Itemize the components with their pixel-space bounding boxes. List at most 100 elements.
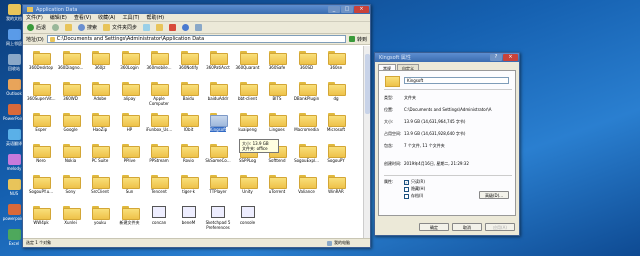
dialog-titlebar[interactable]: Kingsoft 属性 ? × bbox=[375, 53, 519, 62]
folder-item[interactable]: 360Login bbox=[116, 51, 144, 70]
folder-item[interactable]: SrcClient bbox=[86, 175, 114, 194]
attribute-checkbox[interactable]: ✓ 只读(R) bbox=[404, 179, 425, 185]
folder-item[interactable]: Valiance bbox=[293, 175, 321, 194]
folder-item[interactable]: SogouPY bbox=[322, 144, 350, 163]
folder-item[interactable]: kuaipeng bbox=[234, 113, 262, 132]
folder-item[interactable]: Apple Computer bbox=[145, 82, 173, 106]
folder-item[interactable]: SkSameCo... bbox=[204, 144, 232, 163]
folder-item[interactable]: Microsoft bbox=[322, 113, 350, 132]
folder-item[interactable]: WinRAR bbox=[322, 175, 350, 194]
folder-item[interactable]: 360Safe bbox=[263, 51, 291, 70]
folder-item[interactable]: 360jz bbox=[86, 51, 114, 70]
checkbox-box[interactable]: ✓ bbox=[404, 179, 409, 185]
folder-item[interactable]: HP bbox=[116, 113, 144, 132]
folder-item[interactable]: 360PatiAcct bbox=[204, 51, 232, 70]
folder-item[interactable]: beneM bbox=[175, 206, 203, 225]
folder-name-field[interactable]: Kingsoft bbox=[404, 77, 509, 84]
folder-item[interactable]: 360Notify bbox=[175, 51, 203, 70]
folder-item[interactable]: 360se bbox=[322, 51, 350, 70]
forward-button[interactable] bbox=[51, 23, 60, 33]
folder-item[interactable]: concan bbox=[145, 206, 173, 225]
folder-item[interactable]: PPStream bbox=[145, 144, 173, 163]
minimize-button[interactable]: _ bbox=[328, 6, 340, 13]
folder-item[interactable]: Adobe bbox=[86, 82, 114, 101]
back-button[interactable]: 后退 bbox=[26, 23, 47, 33]
folder-item[interactable]: Nokia bbox=[57, 144, 85, 163]
folder-item[interactable]: TTPlayer bbox=[204, 175, 232, 194]
help-button[interactable]: ? bbox=[490, 54, 502, 61]
scrollbar-thumb[interactable] bbox=[365, 54, 370, 114]
menu-item[interactable]: 编辑(E) bbox=[50, 14, 67, 21]
menu-item[interactable]: 文件(F) bbox=[26, 14, 43, 21]
menu-item[interactable]: 收藏(A) bbox=[98, 14, 115, 21]
address-input[interactable]: C:\Documents and Settings\Administrator\… bbox=[46, 35, 346, 43]
folder-item[interactable]: DBankPlugin bbox=[293, 82, 321, 101]
folder-item[interactable]: PPlive bbox=[116, 144, 144, 163]
folder-item[interactable]: Sun bbox=[116, 175, 144, 194]
menu-item[interactable]: 查看(V) bbox=[74, 14, 91, 21]
folder-item[interactable]: Google bbox=[57, 113, 85, 132]
folder-item[interactable]: uTorrent bbox=[263, 175, 291, 194]
folder-item[interactable]: iFunbox_Us... bbox=[145, 113, 173, 132]
folder-item[interactable]: Unity bbox=[234, 175, 262, 194]
go-button[interactable]: 转到 bbox=[348, 36, 367, 43]
folder-item[interactable]: 360Diagno... bbox=[57, 51, 85, 70]
search-button[interactable]: 搜索 bbox=[77, 23, 98, 33]
move-button[interactable] bbox=[142, 23, 151, 33]
folders-button[interactable]: 文件夹同步 bbox=[102, 23, 138, 33]
folder-item[interactable]: Tencent bbox=[145, 175, 173, 194]
folder-item[interactable]: bbt-client bbox=[234, 82, 262, 101]
folder-item[interactable]: Rovio bbox=[175, 144, 203, 163]
folder-item[interactable]: PC Suite bbox=[86, 144, 114, 163]
explorer-titlebar[interactable]: Application Data _ □ × bbox=[23, 5, 370, 14]
copy-button[interactable] bbox=[155, 23, 164, 33]
menu-item[interactable]: 帮助(H) bbox=[146, 14, 164, 21]
attribute-checkbox[interactable]: 存档(I) bbox=[404, 193, 423, 199]
dialog-close-button[interactable]: × bbox=[503, 54, 518, 61]
folder-item[interactable]: SogouPY.u... bbox=[27, 175, 55, 194]
folder-item[interactable]: SogouExpl... bbox=[293, 144, 321, 163]
up-button[interactable] bbox=[64, 23, 73, 33]
folder-item[interactable]: Lingoes bbox=[263, 113, 291, 132]
folder-item[interactable]: alipay bbox=[116, 82, 144, 101]
advanced-button[interactable]: 高级(D)... bbox=[479, 191, 509, 199]
checkbox-box[interactable] bbox=[404, 186, 409, 192]
property-value: 7 个文件, 11 个文件夹 bbox=[404, 143, 445, 148]
vertical-scrollbar[interactable] bbox=[363, 46, 370, 238]
maximize-button[interactable]: □ bbox=[341, 6, 353, 13]
undo-button[interactable] bbox=[181, 23, 190, 33]
folder-item[interactable]: 360SuperVit... bbox=[27, 82, 56, 101]
folder-item[interactable]: Baidu bbox=[175, 82, 203, 101]
folder-item[interactable]: 360mobile... bbox=[145, 51, 173, 70]
folder-item[interactable]: baiduAddr bbox=[204, 82, 232, 101]
folder-item[interactable]: tiger-k bbox=[175, 175, 203, 194]
folder-item[interactable]: HaoZip bbox=[86, 113, 114, 132]
folder-item[interactable]: BITS bbox=[263, 82, 291, 101]
folder-item[interactable]: 360WD bbox=[57, 82, 85, 101]
checkbox-box[interactable] bbox=[404, 193, 409, 199]
folder-item[interactable]: Macromedia bbox=[293, 113, 321, 132]
folder-item[interactable]: Sony bbox=[57, 175, 85, 194]
close-button[interactable]: × bbox=[354, 6, 369, 13]
folder-item[interactable]: Xunlei bbox=[57, 206, 85, 225]
folder-item[interactable]: 360SD bbox=[293, 51, 321, 70]
views-button[interactable] bbox=[194, 23, 203, 33]
folder-item[interactable]: dg bbox=[322, 82, 350, 101]
folder-item[interactable]: Esper bbox=[27, 113, 55, 132]
delete-button[interactable] bbox=[168, 23, 177, 33]
folder-item[interactable]: console bbox=[234, 206, 262, 225]
folder-item[interactable]: WW4pk bbox=[27, 206, 55, 225]
menu-item[interactable]: 工具(T) bbox=[123, 14, 140, 21]
folder-item[interactable]: 360Quarant bbox=[234, 51, 262, 70]
attribute-checkbox[interactable]: 隐藏(H) bbox=[404, 186, 425, 192]
folder-item[interactable]: Nero bbox=[27, 144, 55, 163]
ok-button[interactable]: 确定 bbox=[419, 223, 449, 231]
folder-item[interactable]: Sketchpad 5 Preferences bbox=[204, 206, 232, 230]
folder-item[interactable]: Kingsoft bbox=[204, 113, 232, 132]
folder-item[interactable]: 新建文件夹 bbox=[116, 206, 144, 225]
cancel-button[interactable]: 取消 bbox=[452, 223, 482, 231]
folder-item[interactable]: IObit bbox=[175, 113, 203, 132]
folder-item[interactable]: youku bbox=[86, 206, 114, 225]
folder-item[interactable]: 360Desktop bbox=[27, 51, 55, 70]
apply-button[interactable]: 应用(A) bbox=[485, 223, 515, 231]
